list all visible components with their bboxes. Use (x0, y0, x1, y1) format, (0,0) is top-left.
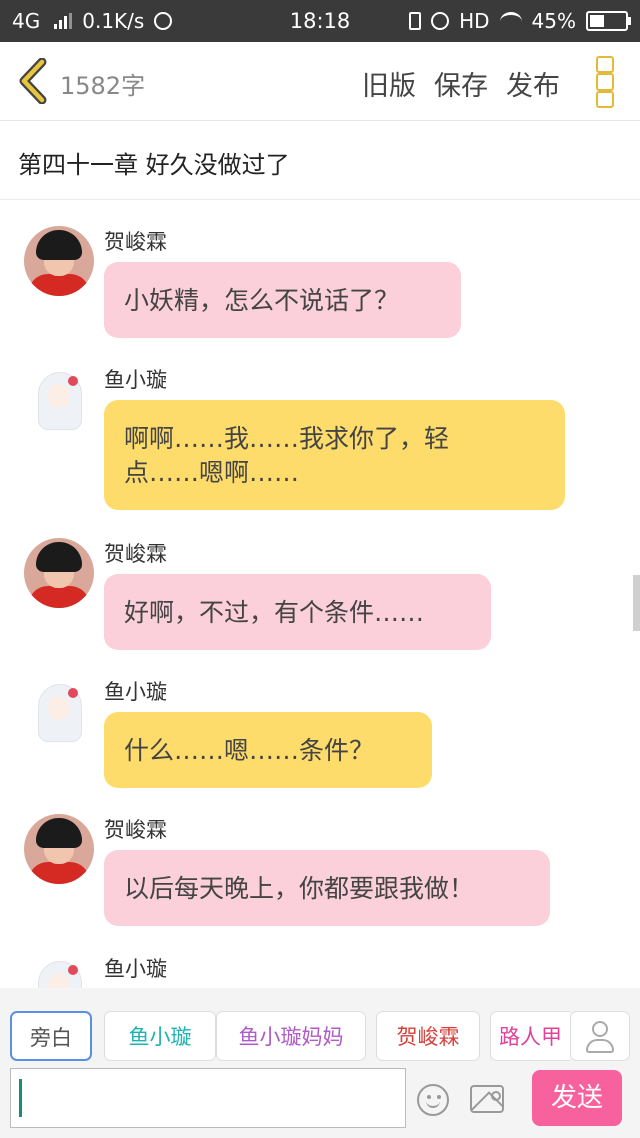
battery-fill (590, 15, 604, 27)
composer-bar: 旁白 鱼小璇 鱼小璇妈妈 贺峻霖 路人甲 发送 (0, 988, 640, 1138)
role-chip-narrator[interactable]: 旁白 (10, 1011, 92, 1061)
avatar-yu-xiaoxuan (24, 676, 94, 746)
send-button[interactable]: 发送 (532, 1070, 622, 1126)
role-chip-passerby[interactable]: 路人甲 (490, 1011, 570, 1061)
back-arrow-icon[interactable] (16, 58, 50, 104)
emoji-icon[interactable] (417, 1084, 449, 1116)
message-input[interactable] (10, 1068, 406, 1128)
person-icon[interactable] (570, 1011, 630, 1061)
status-right: HD 45% (409, 9, 631, 33)
chat-bubble[interactable]: 啊啊……我……我求你了，轻 点……嗯啊…… (104, 400, 565, 510)
wifi-icon (499, 11, 522, 31)
publish-button[interactable]: 发布 (506, 64, 560, 103)
speaker-name: 鱼小璇 (104, 957, 167, 981)
chat-bubble[interactable]: 小妖精，怎么不说话了？ (104, 262, 461, 338)
text-caret (19, 1079, 22, 1117)
speaker-name: 贺峻霖 (104, 818, 167, 842)
hd-indicator: HD (459, 9, 490, 33)
save-button[interactable]: 保存 (434, 64, 488, 103)
editor-header: 1582字 旧版 保存 发布 (0, 42, 640, 121)
more-menu-icon[interactable] (596, 56, 618, 108)
battery-icon (586, 11, 631, 31)
avatar-he-junlin (24, 814, 94, 884)
charging-icon (409, 12, 422, 30)
role-chip-yu-xiaoxuan[interactable]: 鱼小璇 (104, 1011, 216, 1061)
speaker-name: 贺峻霖 (104, 542, 167, 566)
chat-bubble[interactable]: 好啊，不过，有个条件…… (104, 574, 491, 650)
avatar-yu-xiaoxuan (24, 953, 94, 988)
role-selector: 旁白 鱼小璇 鱼小璇妈妈 贺峻霖 路人甲 (10, 1011, 570, 1063)
status-bar: 4G 0.1K/s 18:18 HD 45% (0, 0, 640, 42)
avatar-he-junlin (24, 226, 94, 296)
image-icon[interactable] (470, 1085, 504, 1113)
battery-percent: 45% (531, 9, 576, 33)
scrollbar-thumb[interactable] (633, 575, 640, 631)
chat-bubble[interactable]: 什么……嗯……条件？ (104, 712, 432, 788)
word-count: 1582字 (60, 72, 146, 100)
message-list[interactable]: 贺峻霖 小妖精，怎么不说话了？ 鱼小璇 啊啊……我……我求你了，轻 点……嗯啊…… (0, 200, 640, 988)
avatar-he-junlin (24, 538, 94, 608)
speaker-name: 贺峻霖 (104, 230, 167, 254)
avatar-yu-xiaoxuan (24, 364, 94, 434)
chapter-title-row[interactable]: 第四十一章 好久没做过了 (0, 121, 640, 200)
chat-bubble[interactable]: 以后每天晚上，你都要跟我做！ (104, 850, 550, 926)
old-version-button[interactable]: 旧版 (362, 64, 416, 103)
role-chip-he-junlin[interactable]: 贺峻霖 (376, 1011, 480, 1061)
header-actions: 旧版 保存 发布 (362, 64, 560, 103)
role-chip-yu-xiaoxuan-mom[interactable]: 鱼小璇妈妈 (216, 1011, 366, 1061)
speaker-name: 鱼小璇 (104, 680, 167, 704)
chapter-title: 第四十一章 好久没做过了 (18, 151, 290, 179)
alarm-icon (431, 12, 450, 30)
speaker-name: 鱼小璇 (104, 368, 167, 392)
